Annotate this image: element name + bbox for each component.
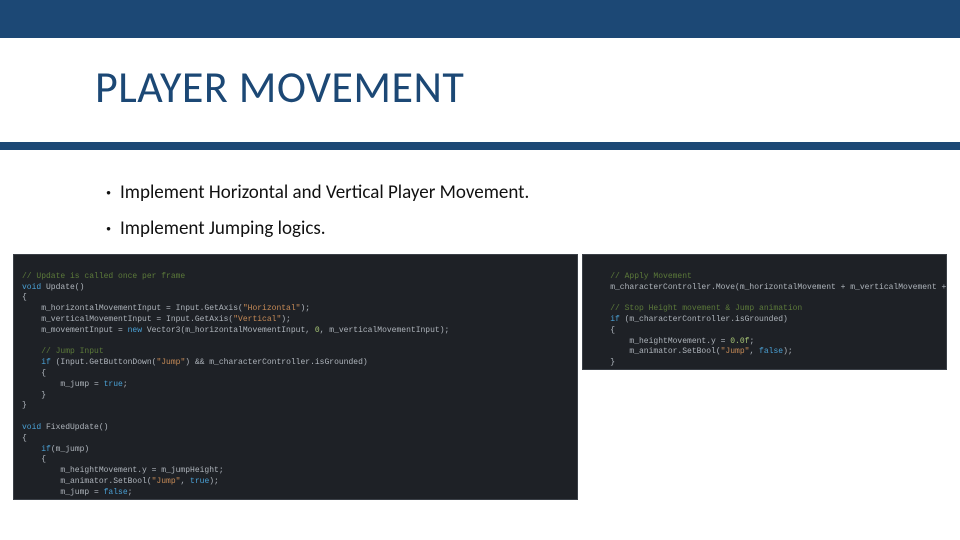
code-line: } xyxy=(591,358,615,367)
code-text: ); xyxy=(209,477,219,486)
code-line: { xyxy=(22,293,27,302)
code-text: ); xyxy=(281,315,291,324)
code-line: m_horizontalMovementInput = Input.GetAxi… xyxy=(22,304,243,313)
code-line: if xyxy=(22,358,51,367)
code-line: m_jump = xyxy=(22,488,104,497)
code-text: true xyxy=(190,477,209,486)
code-text: ; xyxy=(749,337,754,346)
code-line: m_movementInput = xyxy=(22,326,128,335)
code-text: 0.0f xyxy=(730,337,749,346)
code-panel-right: // Apply Movement m_characterController.… xyxy=(582,254,947,370)
code-line: m_animator.SetBool( xyxy=(22,477,152,486)
slide-title: PLAYER MOVEMENT xyxy=(95,60,464,114)
code-text: "Horizontal" xyxy=(243,304,301,313)
code-text: ); xyxy=(300,304,310,313)
code-line: m_animator.SetBool( xyxy=(591,347,721,356)
code-text: , m_verticalMovementInput); xyxy=(320,326,450,335)
code-line: // Stop Height movement & Jump animation xyxy=(591,304,802,313)
code-text: (Input.GetButtonDown( xyxy=(51,358,157,367)
code-text: ); xyxy=(783,347,793,356)
bullet-item: Implement Jumping logics. xyxy=(106,211,529,247)
code-text: "Jump" xyxy=(152,477,181,486)
code-text: (m_jump) xyxy=(51,445,89,454)
code-text: "Vertical" xyxy=(233,315,281,324)
code-line: { xyxy=(22,369,46,378)
code-text: Vector3(m_horizontalMovementInput, xyxy=(142,326,315,335)
code-line: m_verticalMovementInput = Input.GetAxis( xyxy=(22,315,233,324)
code-line: m_heightMovement.y = m_jumpHeight; xyxy=(22,466,224,475)
code-line: { xyxy=(22,455,46,464)
code-text: ; xyxy=(123,380,128,389)
code-line: m_characterController.Move(m_horizontalM… xyxy=(591,283,947,292)
code-text: true xyxy=(104,380,123,389)
top-accent-band xyxy=(0,0,960,38)
code-line: } xyxy=(22,499,46,500)
code-panel-left: // Update is called once per frame void … xyxy=(13,254,578,500)
bullet-item: Implement Horizontal and Vertical Player… xyxy=(106,175,529,211)
code-line: { xyxy=(22,434,27,443)
bullet-list: Implement Horizontal and Vertical Player… xyxy=(106,175,529,247)
code-text: false xyxy=(759,347,783,356)
code-text: FixedUpdate() xyxy=(41,423,108,432)
code-line: m_heightMovement.y = xyxy=(591,337,730,346)
code-line: void xyxy=(22,423,41,432)
code-text: false xyxy=(104,488,128,497)
code-line: // Apply Movement xyxy=(591,272,692,281)
code-line: } xyxy=(22,391,46,400)
code-text: , xyxy=(180,477,190,486)
code-text: "Jump" xyxy=(721,347,750,356)
code-line: if xyxy=(591,315,620,324)
divider-band xyxy=(0,142,960,150)
code-line: void xyxy=(22,283,41,292)
code-line: // Jump Input xyxy=(22,347,104,356)
code-text: Update() xyxy=(41,283,84,292)
code-line: m_jump = xyxy=(22,380,104,389)
code-text: ) && m_characterController.isGrounded) xyxy=(185,358,367,367)
code-line: } xyxy=(22,401,27,410)
code-text: ; xyxy=(128,488,133,497)
code-text: new xyxy=(128,326,142,335)
code-line: if xyxy=(22,445,51,454)
code-line: } xyxy=(591,369,596,370)
code-text: (m_characterController.isGrounded) xyxy=(620,315,788,324)
code-text: "Jump" xyxy=(156,358,185,367)
code-text: , xyxy=(749,347,759,356)
code-line: // Update is called once per frame xyxy=(22,272,185,281)
code-line: { xyxy=(591,326,615,335)
